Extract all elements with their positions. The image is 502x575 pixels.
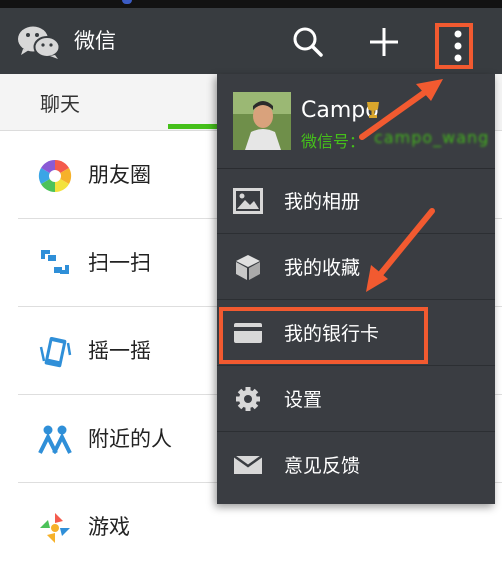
feedback-icon <box>233 454 263 474</box>
album-icon <box>233 188 263 214</box>
list-item-label: 附近的人 <box>88 427 172 451</box>
menu-item-settings[interactable]: 设置 <box>217 366 495 432</box>
add-icon[interactable] <box>364 22 404 62</box>
favorites-icon <box>236 255 260 280</box>
tab-chats[interactable]: 聊天 <box>40 88 80 117</box>
trophy-icon <box>367 102 379 118</box>
status-bar <box>0 0 502 8</box>
wechat-id-label: 微信号： <box>301 132 366 151</box>
menu-item-feedback[interactable]: 意见反馈 <box>217 432 495 498</box>
profile-header[interactable]: Campo 微信号： campo_wang <box>217 74 495 169</box>
more-button-highlight <box>435 23 473 69</box>
shake-icon <box>39 337 72 368</box>
bank-card-highlight <box>219 307 428 364</box>
menu-item-favorites[interactable]: 我的收藏 <box>217 234 495 300</box>
list-item-label: 朋友圈 <box>88 163 151 187</box>
menu-item-label: 我的收藏 <box>284 257 361 279</box>
wechat-logo-icon <box>18 26 61 59</box>
menu-item-album[interactable]: 我的相册 <box>217 168 495 234</box>
top-bar: 微信 <box>0 8 502 74</box>
settings-icon <box>236 387 260 411</box>
list-item-label: 游戏 <box>88 515 130 539</box>
dropdown-menu: Campo 微信号： campo_wang 我的相册 我的收藏 我的银行卡 设置… <box>217 74 495 504</box>
list-item-label: 摇一摇 <box>88 339 151 363</box>
search-icon[interactable] <box>288 22 328 62</box>
menu-item-label: 设置 <box>284 389 323 411</box>
games-icon <box>40 513 70 543</box>
app-title: 微信 <box>74 29 116 53</box>
avatar <box>233 92 291 150</box>
menu-item-label: 我的相册 <box>284 191 361 213</box>
list-item-label: 扫一扫 <box>88 251 151 275</box>
menu-item-label: 意见反馈 <box>284 455 361 477</box>
scan-icon <box>41 250 69 274</box>
status-indicator <box>122 0 132 4</box>
people-nearby-icon <box>38 425 72 454</box>
wechat-id-value: campo_wang <box>374 128 490 147</box>
moments-icon <box>38 159 72 193</box>
